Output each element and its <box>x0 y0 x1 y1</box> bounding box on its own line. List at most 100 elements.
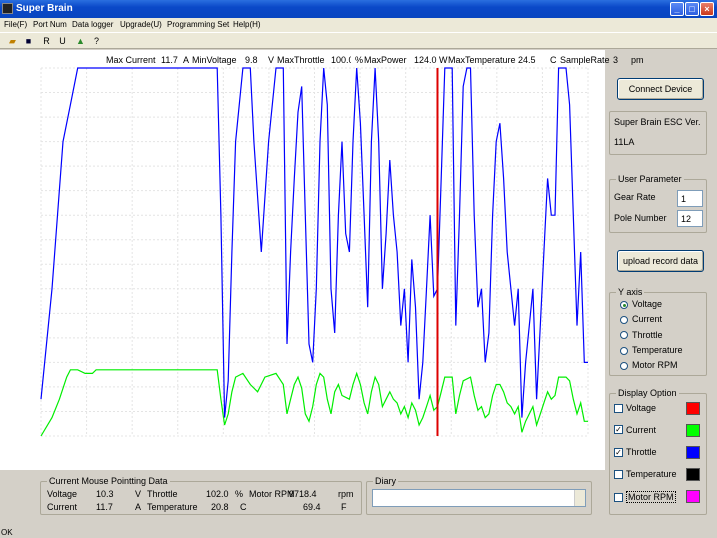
mouse-throttle-label: Throttle <box>147 489 178 499</box>
mouse-temperature-unit: C <box>240 502 247 512</box>
current-series-line <box>40 369 588 437</box>
mouse-throttle-value: 102.0 <box>206 489 229 499</box>
display-throttle-checkbox[interactable]: ✓ <box>614 448 623 457</box>
diary-scrollbar[interactable] <box>574 490 585 506</box>
diary-title: Diary <box>373 476 399 486</box>
display-option-title: Display Option <box>616 388 679 398</box>
menu-file[interactable]: File(F) <box>4 20 27 29</box>
display-temperature-color-button[interactable] <box>686 468 700 481</box>
max-current-value: 11.7 <box>161 55 178 65</box>
mouse-temperature-label: Temperature <box>147 502 198 512</box>
max-current-unit: A <box>183 55 190 65</box>
status-text: OK <box>1 528 13 537</box>
y-axis-motor-rpm-label: Motor RPM <box>632 360 678 370</box>
y-axis-motor-rpm-radio[interactable] <box>620 362 628 370</box>
y-axis-current-radio[interactable] <box>620 316 628 324</box>
open-folder-icon[interactable]: ▰ <box>6 35 19 47</box>
diary-input[interactable] <box>372 489 586 507</box>
pole-number-input[interactable]: 12 <box>677 210 703 227</box>
display-temperature-label: Temperature <box>626 469 677 479</box>
save-icon[interactable]: ■ <box>22 35 35 47</box>
app-icon <box>2 3 13 14</box>
min-voltage-label: MinVoltage <box>192 55 237 65</box>
display-temperature-checkbox[interactable] <box>614 470 623 479</box>
read-icon[interactable]: R <box>40 35 53 47</box>
data-chart[interactable] <box>0 50 605 470</box>
mouse-temperature-f-unit: F <box>341 502 347 512</box>
mouse-voltage-unit: V <box>135 489 142 499</box>
y-axis-current-label: Current <box>632 314 663 324</box>
mouse-voltage-label: Voltage <box>47 489 78 499</box>
mouse-temperature-value: 20.8 <box>211 502 229 512</box>
esc-version-title: Super Brain ESC Ver. <box>614 117 701 127</box>
minimize-button[interactable]: _ <box>670 2 684 16</box>
user-parameter-title: User Parameter <box>616 174 684 184</box>
mouse-rpm-unit: rpm <box>338 489 354 499</box>
display-throttle-label: Throttle <box>626 447 657 457</box>
max-temperature-value: 24.5 <box>518 55 536 65</box>
menu-upgrade[interactable]: Upgrade(U) <box>120 20 162 29</box>
y-axis-voltage-radio[interactable] <box>620 301 628 309</box>
close-button[interactable]: × <box>700 2 714 16</box>
mouse-rpm-label: Motor RPM <box>249 489 295 499</box>
y-axis-group: Y axis Voltage Current Throttle Temperat… <box>609 287 707 376</box>
mouse-temperature-f-value: 69.4 <box>303 502 321 512</box>
y-axis-temperature-radio[interactable] <box>620 347 628 355</box>
display-current-label: Current <box>626 425 657 435</box>
display-current-checkbox[interactable]: ✓ <box>614 425 623 434</box>
max-current-label: Max Current <box>106 55 156 65</box>
toolbar: ▰ ■ R U ▲ ? <box>0 32 717 49</box>
mouse-current-value: 11.7 <box>96 502 113 512</box>
maximize-button[interactable]: □ <box>685 2 699 16</box>
max-power-unit: W <box>439 55 448 65</box>
title-bar: Super Brain _ □ × <box>0 0 717 18</box>
display-motor-rpm-label: Motor RPM <box>626 491 676 503</box>
window-title: Super Brain <box>16 3 73 14</box>
mouse-rpm-value: 9718.4 <box>289 489 317 499</box>
max-temperature-unit: C <box>550 55 557 65</box>
connect-device-button[interactable]: Connect Device <box>617 78 704 100</box>
display-voltage-checkbox[interactable] <box>614 404 623 413</box>
pole-number-label: Pole Number <box>614 213 667 223</box>
sample-rate-value: 3 <box>613 55 619 65</box>
display-current-color-button[interactable] <box>686 424 700 437</box>
y-axis-title: Y axis <box>616 287 645 297</box>
menu-data-logger[interactable]: Data logger <box>72 20 113 29</box>
max-throttle-label: MaxThrottle <box>277 55 325 65</box>
status-bar: OK <box>0 526 717 538</box>
menu-port-num[interactable]: Port Num <box>33 20 67 29</box>
display-option-group: Display Option Voltage ✓ Current ✓ Throt… <box>609 388 707 515</box>
help-icon[interactable]: ? <box>90 35 103 47</box>
sample-rate-label: SampleRate <box>560 55 610 65</box>
gear-rate-label: Gear Rate <box>614 192 656 202</box>
menu-programming-set[interactable]: Programming Set <box>167 20 229 29</box>
max-power-value: 124.0 <box>414 55 437 65</box>
display-throttle-color-button[interactable] <box>686 446 700 459</box>
mouse-current-label: Current <box>47 502 78 512</box>
upload-record-data-button[interactable]: upload record data <box>617 250 704 272</box>
device-icon[interactable]: ▲ <box>74 35 87 47</box>
display-motor-rpm-color-button[interactable] <box>686 490 700 503</box>
menu-help[interactable]: Help(H) <box>233 20 261 29</box>
upload-icon[interactable]: U <box>56 35 69 47</box>
mouse-data-group: Current Mouse Pointting Data Voltage 10.… <box>40 476 362 515</box>
esc-version-panel: Super Brain ESC Ver. 11LA <box>609 111 707 155</box>
diary-group: Diary <box>366 476 592 515</box>
gear-rate-input[interactable]: 1 <box>677 190 703 207</box>
display-motor-rpm-checkbox[interactable] <box>614 493 623 502</box>
max-throttle-value: 100.0 <box>331 55 351 65</box>
min-voltage-unit: V <box>268 55 275 65</box>
y-axis-voltage-label: Voltage <box>632 299 663 309</box>
menu-bar: File(F) Port Num Data logger Upgrade(U) … <box>0 18 717 32</box>
display-voltage-color-button[interactable] <box>686 402 700 415</box>
min-voltage-value: 9.8 <box>245 55 258 65</box>
mouse-current-unit: A <box>135 502 142 512</box>
y-axis-throttle-radio[interactable] <box>620 331 628 339</box>
user-parameter-group: User Parameter Gear Rate 1 Pole Number 1… <box>609 174 707 233</box>
display-voltage-label: Voltage <box>626 403 657 413</box>
mouse-data-title: Current Mouse Pointting Data <box>47 476 170 486</box>
y-axis-throttle-label: Throttle <box>632 330 663 340</box>
mouse-throttle-unit: % <box>235 489 244 499</box>
max-throttle-unit: % <box>355 55 364 65</box>
max-temperature-label: MaxTemperature <box>448 55 516 65</box>
